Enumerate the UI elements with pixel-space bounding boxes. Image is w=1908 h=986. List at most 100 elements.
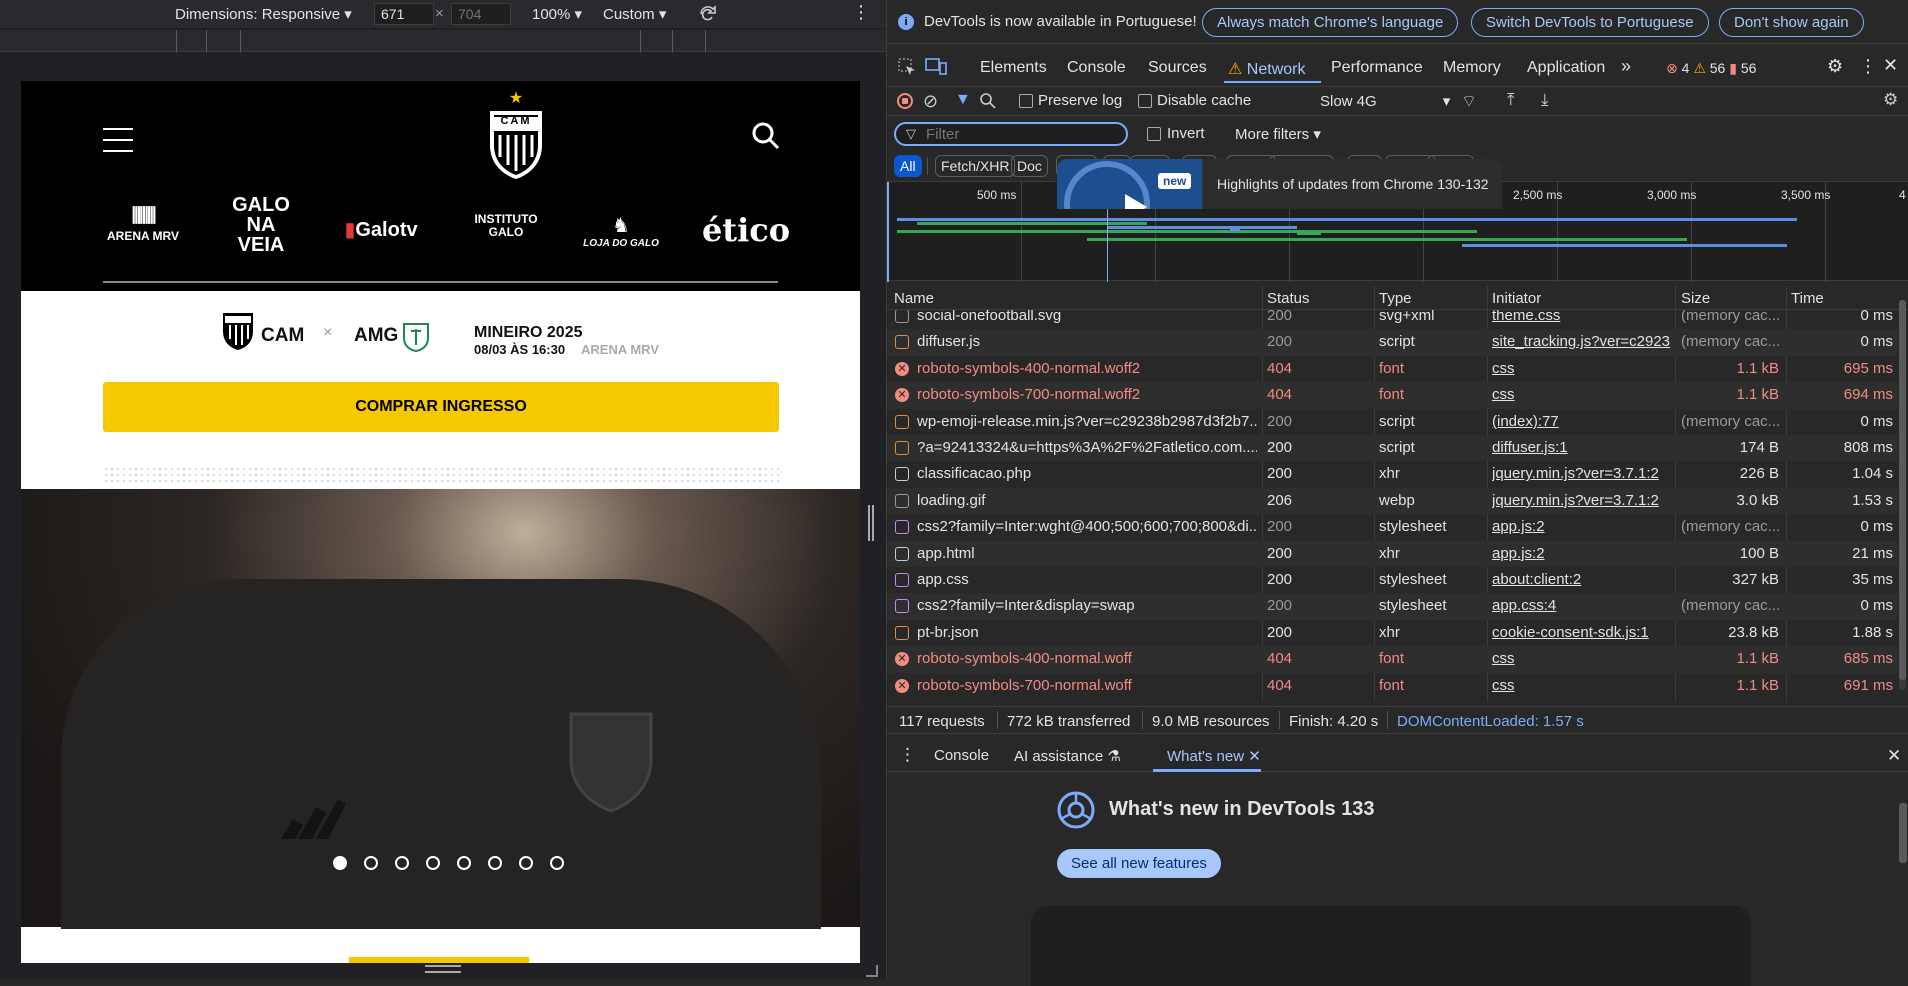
request-row[interactable]: app.html 200 xhr app.js:2 100 B 21 ms (887, 540, 1897, 567)
table-scrollbar-thumb[interactable] (1899, 300, 1906, 680)
carousel-dot[interactable] (395, 856, 409, 870)
drawer-scrollbar[interactable] (1899, 803, 1907, 863)
rotate-icon[interactable] (696, 2, 720, 26)
partner-galotv[interactable]: ▮Galotv (341, 217, 421, 242)
more-tabs-icon[interactable]: » (1621, 56, 1631, 77)
type-filter-fetchxhr[interactable]: Fetch/XHR (935, 155, 1016, 177)
partner-galo-na-veia[interactable]: GALO NA VEIA (221, 195, 301, 255)
request-row[interactable]: ?a=92413324&u=https%3A%2F%2Fatletico.com… (887, 435, 1897, 462)
tab-performance[interactable]: Performance (1331, 59, 1423, 77)
request-initiator[interactable]: css (1492, 677, 1670, 694)
request-row[interactable]: diffuser.js 200 script site_tracking.js?ver… (887, 329, 1897, 356)
col-size[interactable]: Size (1681, 290, 1710, 307)
resize-handle-right[interactable] (868, 505, 874, 541)
search-icon[interactable] (751, 121, 781, 151)
carousel-dot[interactable] (550, 856, 564, 870)
request-initiator[interactable]: app.css:4 (1492, 597, 1670, 614)
invert-checkbox[interactable] (1147, 127, 1161, 141)
request-initiator[interactable]: app.js:2 (1492, 545, 1670, 562)
request-initiator[interactable]: diffuser.js:1 (1492, 439, 1670, 456)
dont-show-again-button[interactable]: Don't show again (1719, 8, 1864, 37)
tab-elements[interactable]: Elements (980, 59, 1047, 77)
col-type[interactable]: Type (1379, 290, 1412, 307)
request-row[interactable]: wp-emoji-release.min.js?ver=c29238b2987d… (887, 409, 1897, 435)
record-stop-icon[interactable] (897, 93, 913, 109)
request-row[interactable]: social-onefootball.svg 200 svg+xml theme.cs… (887, 310, 1897, 329)
carousel-dot[interactable] (333, 856, 347, 870)
carousel-dot[interactable] (488, 856, 502, 870)
partner-etico[interactable]: ético (701, 211, 791, 249)
dimensions-dropdown[interactable]: Dimensions: Responsive ▾ (175, 5, 352, 23)
filter-input[interactable] (894, 122, 1128, 146)
close-drawer-icon[interactable]: ✕ (1887, 746, 1901, 766)
request-initiator[interactable]: jquery.min.js?ver=3.7.1:2 (1492, 492, 1670, 509)
inspect-element-icon[interactable] (897, 57, 917, 77)
network-settings-gear-icon[interactable]: ⚙ (1883, 90, 1898, 110)
request-initiator[interactable]: about:client:2 (1492, 571, 1670, 588)
request-row[interactable]: ✕ roboto-symbols-400-normal.woff2 404 font c… (887, 356, 1897, 382)
switch-language-button[interactable]: Switch DevTools to Portuguese (1471, 8, 1709, 37)
request-initiator[interactable]: site_tracking.js?ver=c29238 (1492, 333, 1670, 350)
width-input[interactable] (374, 3, 434, 25)
request-row[interactable]: loading.gif 206 webp jquery.min.js?ver=3.7.… (887, 487, 1897, 515)
request-row[interactable]: css2?family=Inter:wght@400;500;600;700;8… (887, 514, 1897, 540)
resize-handle-bottom[interactable] (425, 965, 461, 973)
request-initiator[interactable]: theme.css (1492, 310, 1670, 324)
type-filter-all[interactable]: All (894, 155, 922, 177)
buy-ticket-button[interactable]: COMPRAR INGRESSO (103, 382, 779, 432)
drawer-menu-icon[interactable]: ⋮ (899, 745, 916, 765)
clear-icon[interactable]: ⊘ (923, 91, 938, 112)
request-row[interactable]: pt-br.json 200 xhr cookie-consent-sdk.js:1 2… (887, 620, 1897, 646)
issues-counter[interactable]: ⊗ 4 ⚠ 56 ▮ 56 (1666, 60, 1756, 77)
drawer-tab-console[interactable]: Console (934, 747, 989, 764)
disable-cache-checkbox[interactable] (1138, 94, 1152, 108)
preserve-log-checkbox[interactable] (1019, 94, 1033, 108)
request-initiator[interactable]: css (1492, 386, 1670, 403)
partner-arena-mrv[interactable]: ⦀⦀⦀ ARENA MRV (103, 203, 183, 243)
export-har-icon[interactable]: ⤓ (1541, 90, 1549, 110)
customize-menu-icon[interactable]: ⋮ (1859, 56, 1877, 77)
more-options-icon[interactable]: ⋮ (852, 2, 870, 23)
drawer-tab-whats-new[interactable]: What's new ✕ (1167, 747, 1261, 765)
request-initiator[interactable]: css (1492, 360, 1670, 377)
tab-application[interactable]: Application (1527, 59, 1605, 77)
throttling-select[interactable]: Slow 4G ▾ (1320, 92, 1450, 110)
network-conditions-icon[interactable]: ⌔ (1461, 91, 1477, 112)
zoom-dropdown[interactable]: 100% ▾ (532, 5, 582, 23)
col-initiator[interactable]: Initiator (1492, 290, 1541, 307)
highlights-video-link[interactable]: new Highlights of updates from Chrome 13… (1057, 159, 1502, 209)
request-initiator[interactable]: cookie-consent-sdk.js:1 (1492, 624, 1670, 641)
col-time[interactable]: Time (1791, 290, 1824, 307)
throttle-dropdown[interactable]: Custom ▾ (603, 5, 666, 23)
type-filter-doc[interactable]: Doc (1011, 155, 1048, 177)
request-initiator[interactable]: jquery.min.js?ver=3.7.1:2 (1492, 465, 1670, 482)
close-devtools-icon[interactable]: ✕ (1883, 55, 1898, 76)
partner-loja-do-galo[interactable]: ♞ LOJA DO GALO (576, 213, 666, 249)
carousel-dot[interactable] (364, 856, 378, 870)
settings-gear-icon[interactable]: ⚙ (1827, 56, 1843, 77)
hero-banner[interactable] (21, 489, 860, 929)
request-row[interactable]: ✕ roboto-symbols-400-normal.woff 404 font cs… (887, 646, 1897, 673)
request-row[interactable]: ✕ roboto-symbols-700-normal.woff2 404 font c… (887, 382, 1897, 409)
device-toolbar-icon[interactable] (925, 57, 947, 77)
import-har-icon[interactable]: ⤒ (1507, 90, 1515, 110)
see-all-features-button[interactable]: See all new features (1057, 849, 1221, 878)
search-network-icon[interactable] (979, 92, 997, 110)
tab-network[interactable]: ⚠ Network (1228, 59, 1305, 79)
request-initiator[interactable]: css (1492, 650, 1670, 667)
col-name[interactable]: Name (894, 290, 934, 307)
height-input[interactable] (451, 3, 511, 25)
col-status[interactable]: Status (1267, 290, 1310, 307)
resize-corner[interactable] (866, 965, 878, 977)
request-initiator[interactable]: (index):77 (1492, 413, 1670, 430)
request-row[interactable]: classificacao.php 200 xhr jquery.min.js?ver… (887, 461, 1897, 487)
request-row[interactable]: app.css 200 stylesheet about:client:2 327 kB… (887, 567, 1897, 593)
more-filters-dropdown[interactable]: More filters ▾ (1235, 125, 1321, 143)
request-row[interactable]: ✕ roboto-symbols-700-normal.woff 404 font cs… (887, 673, 1897, 699)
club-crest-logo[interactable]: ★ CAM (486, 91, 546, 181)
tab-sources[interactable]: Sources (1148, 59, 1207, 77)
match-language-button[interactable]: Always match Chrome's language (1202, 8, 1459, 37)
tab-console[interactable]: Console (1067, 59, 1126, 77)
carousel-dot[interactable] (426, 856, 440, 870)
filter-funnel-icon[interactable]: ▼ (955, 91, 971, 109)
